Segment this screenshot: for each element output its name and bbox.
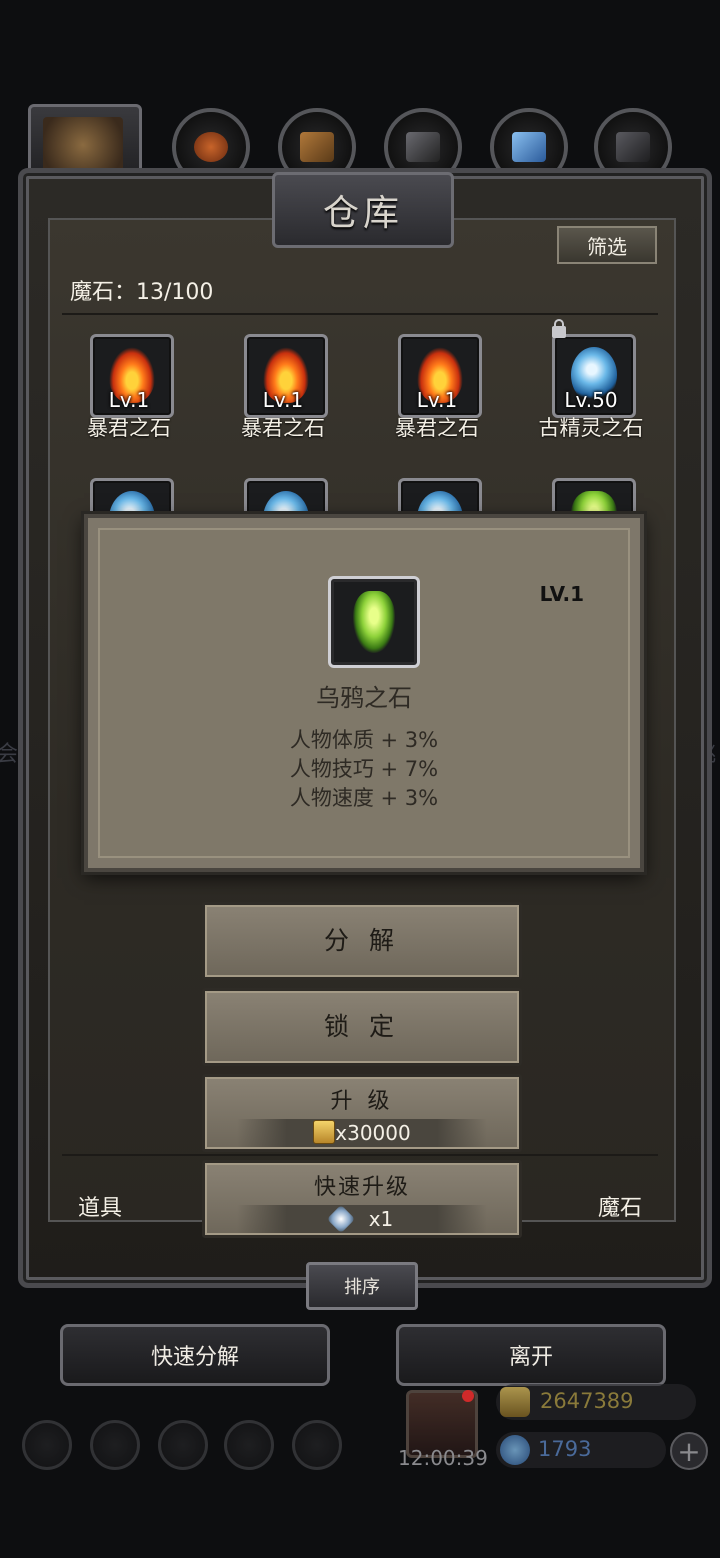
tab-magic-stones[interactable]: 魔石: [598, 1190, 642, 1222]
quick-decompose-button[interactable]: 快速分解: [60, 1324, 330, 1386]
inventory-item[interactable]: Lv.1 暴君之石: [206, 334, 356, 454]
detail-icon-slot: [328, 576, 420, 668]
crystal-icon: [512, 132, 546, 162]
background-side-text-left: 会: [0, 742, 19, 767]
filter-button[interactable]: 筛选: [557, 226, 657, 264]
item-name: 古精灵之石: [538, 416, 644, 440]
inventory-item[interactable]: Lv.50 古精灵之石: [514, 319, 664, 454]
lock-label: 锁 定: [324, 1012, 400, 1041]
add-gems-button[interactable]: +: [670, 1432, 708, 1470]
upgrade-button[interactable]: 升 级 x30000: [202, 1074, 522, 1152]
metal-bar-icon: [616, 132, 650, 162]
achievement-icon[interactable]: [90, 1420, 140, 1470]
guild-icon[interactable]: [158, 1420, 208, 1470]
detail-stat: 人物速度 + 3%: [289, 786, 439, 810]
detail-stat: 人物体质 + 3%: [289, 728, 439, 752]
ore-icon: [406, 132, 440, 162]
decompose-button[interactable]: 分 解: [202, 902, 522, 980]
notification-dot: [462, 1390, 474, 1402]
gem-icon: [500, 1435, 530, 1465]
tab-items[interactable]: 道具: [78, 1190, 122, 1222]
quick-upgrade-button[interactable]: 快速升级 x1: [202, 1160, 522, 1238]
green-crystal-icon: [353, 591, 395, 653]
lock-icon: [552, 319, 566, 338]
item-level: Lv.1: [262, 388, 304, 412]
detail-level: LV.1: [539, 582, 584, 606]
page-title: 仓库: [272, 172, 454, 248]
upgrade-label: 升 级: [330, 1089, 394, 1114]
popup-inner: LV.1 乌鸦之石 人物体质 + 3% 人物技巧 + 7% 人物速度 + 3%: [98, 528, 630, 858]
leave-button[interactable]: 离开: [396, 1324, 666, 1386]
upgrade-cost-value: x30000: [335, 1121, 411, 1145]
item-detail-popup: LV.1 乌鸦之石 人物体质 + 3% 人物技巧 + 7% 人物速度 + 3%: [84, 514, 644, 872]
divider: [62, 313, 658, 315]
shop-icon[interactable]: [292, 1420, 342, 1470]
decompose-label: 分 解: [324, 926, 400, 955]
detail-stat: 人物技巧 + 7%: [289, 757, 439, 781]
gold-amount: 2647389: [540, 1389, 634, 1413]
inventory-item[interactable]: Lv.1 暴君之石: [52, 334, 202, 454]
item-level: Lv.1: [416, 388, 458, 412]
crystal-icon: [326, 1204, 355, 1234]
item-name: 暴君之石: [395, 416, 479, 440]
stone-count: 魔石：13/100: [70, 280, 214, 305]
gift-timer: 12:00:39: [398, 1446, 488, 1470]
item-name: 暴君之石: [241, 416, 325, 440]
quick-upgrade-label: 快速升级: [313, 1175, 410, 1200]
gem-amount: 1793: [538, 1437, 592, 1461]
quick-upgrade-cost: x1: [237, 1204, 487, 1234]
wood-icon: [300, 132, 334, 162]
gold-icon: [500, 1387, 530, 1417]
lock-button[interactable]: 锁 定: [202, 988, 522, 1066]
item-level: Lv.50: [564, 388, 618, 412]
quick-upgrade-cost-value: x1: [368, 1207, 394, 1231]
item-name: 暴君之石: [87, 416, 171, 440]
gold-coin-icon: [313, 1120, 336, 1144]
inventory-item[interactable]: Lv.1 暴君之石: [360, 334, 510, 454]
sort-button[interactable]: 排序: [306, 1262, 418, 1310]
divider: [62, 1154, 658, 1156]
potion-icon: [194, 132, 228, 162]
upgrade-cost: x30000: [237, 1119, 487, 1147]
settings-icon[interactable]: [22, 1420, 72, 1470]
detail-name: 乌鸦之石: [316, 684, 412, 712]
item-level: Lv.1: [108, 388, 150, 412]
mail-icon[interactable]: [224, 1420, 274, 1470]
